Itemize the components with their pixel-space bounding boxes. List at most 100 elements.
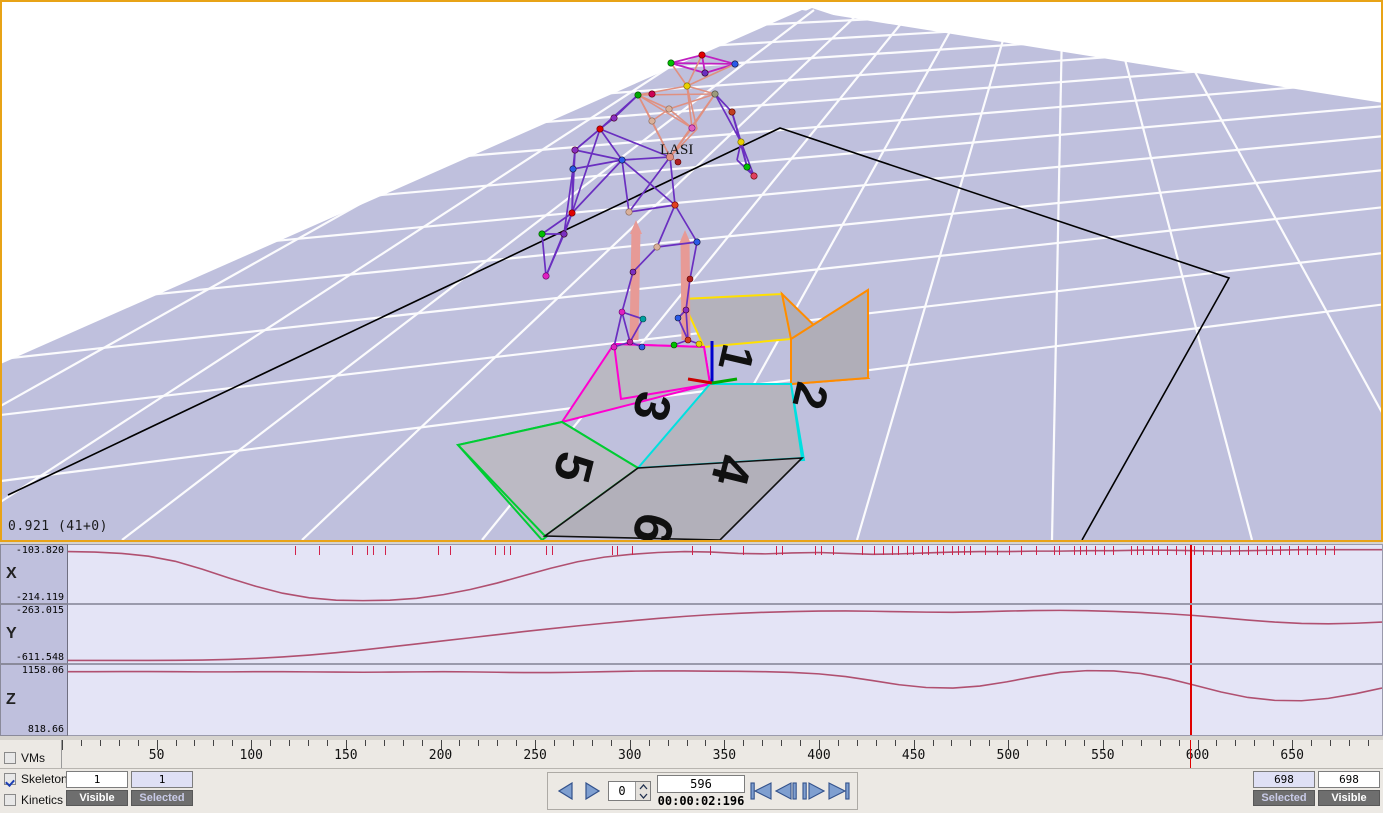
gap-marker-tick bbox=[996, 546, 998, 555]
gap-marker-tick bbox=[1035, 546, 1037, 555]
gap-marker-tick bbox=[1104, 546, 1106, 555]
ruler-minor-tick bbox=[951, 740, 953, 746]
ruler-minor-tick bbox=[308, 740, 310, 746]
gap-marker-tick bbox=[1131, 546, 1133, 555]
gap-marker-tick bbox=[1020, 546, 1022, 555]
play-reverse-button[interactable] bbox=[775, 778, 797, 804]
gap-marker-tick bbox=[384, 546, 386, 555]
ruler-minor-tick bbox=[1178, 740, 1180, 746]
triangle-left-icon bbox=[558, 782, 573, 800]
toggle-skeleton[interactable]: Skeleton bbox=[2, 768, 68, 789]
step-forward-button[interactable] bbox=[582, 778, 602, 804]
plot-area-x[interactable] bbox=[68, 544, 1383, 604]
gap-marker-tick bbox=[318, 546, 320, 555]
viewport-status-overlay: 0.921 (41+0) bbox=[8, 519, 108, 534]
ruler-playhead[interactable] bbox=[1189, 740, 1191, 768]
ruler-minor-tick bbox=[800, 740, 802, 746]
step-size-value[interactable]: 0 bbox=[609, 784, 635, 798]
ruler-label: 50 bbox=[148, 748, 165, 763]
end-selected-button[interactable]: Selected bbox=[1253, 790, 1315, 806]
plot-area-y[interactable] bbox=[68, 604, 1383, 664]
ruler-minor-tick bbox=[970, 740, 972, 746]
playhead-line[interactable] bbox=[1189, 665, 1192, 735]
gap-marker-tick bbox=[1325, 546, 1327, 555]
three-d-viewport[interactable]: 1 2 3 4 5 6 LASI 0.921 (41+0) bbox=[0, 0, 1383, 542]
ruler-minor-tick bbox=[99, 740, 101, 746]
step-size-spinner[interactable]: 0 bbox=[608, 781, 651, 801]
gap-marker-tick bbox=[1080, 546, 1082, 555]
ruler-minor-tick bbox=[762, 740, 764, 746]
gap-marker-tick bbox=[1175, 546, 1177, 555]
end-visible-button[interactable]: Visible bbox=[1318, 790, 1380, 806]
gap-marker-tick bbox=[1074, 546, 1076, 555]
playhead-line[interactable] bbox=[1189, 605, 1192, 663]
ruler-minor-tick bbox=[137, 740, 139, 746]
gap-marker-tick bbox=[366, 546, 368, 555]
axis-max-z: 1158.06 bbox=[21, 665, 64, 676]
gap-marker-tick bbox=[504, 546, 505, 555]
start-visible-input[interactable]: 1 bbox=[66, 771, 128, 788]
marker-name-label: LASI bbox=[660, 142, 694, 158]
toggle-kinetics[interactable]: Kinetics bbox=[2, 789, 64, 810]
gap-marker-tick bbox=[1229, 546, 1231, 555]
gap-marker-tick bbox=[862, 546, 864, 555]
current-frame-input[interactable]: 596 bbox=[657, 774, 745, 793]
gap-marker-tick bbox=[1137, 546, 1139, 555]
start-visible-button[interactable]: Visible bbox=[66, 790, 128, 806]
ruler-minor-tick bbox=[1254, 740, 1256, 746]
toggle-vms[interactable]: VMs bbox=[2, 747, 64, 768]
gap-marker-tick bbox=[1247, 546, 1249, 555]
gap-marker-tick bbox=[611, 546, 613, 555]
gap-marker-tick bbox=[1271, 546, 1273, 555]
triangle-right-icon bbox=[585, 782, 600, 800]
jump-to-start-button[interactable] bbox=[750, 778, 772, 804]
gap-marker-tick bbox=[450, 546, 452, 555]
toggle-vms-label: VMs bbox=[21, 750, 45, 765]
axis-min-y: -611.548 bbox=[15, 652, 64, 663]
ruler-minor-tick bbox=[478, 740, 480, 746]
gap-marker-tick bbox=[1059, 546, 1061, 555]
checkbox-skeleton-icon[interactable] bbox=[4, 772, 16, 785]
gap-marker-tick bbox=[509, 546, 511, 555]
start-selected-input[interactable]: 1 bbox=[131, 771, 193, 788]
gap-marker-tick bbox=[742, 546, 744, 555]
ruler-minor-tick bbox=[781, 740, 783, 746]
step-back-button[interactable] bbox=[556, 778, 576, 804]
plot-area-z[interactable] bbox=[68, 664, 1383, 736]
chevron-down-icon[interactable] bbox=[639, 793, 648, 799]
play-forward-button[interactable] bbox=[802, 778, 825, 804]
ruler-minor-tick bbox=[80, 740, 82, 746]
trace-z bbox=[68, 665, 1382, 735]
ruler-minor-tick bbox=[213, 740, 215, 746]
ruler-minor-tick bbox=[1216, 740, 1218, 746]
gap-marker-tick bbox=[545, 546, 547, 555]
playhead-line[interactable] bbox=[1189, 545, 1192, 603]
gap-marker-tick bbox=[1298, 546, 1300, 555]
timeline-ruler[interactable]: 50 100 150 200 250 300 350 400 450 500 550 600 650 bbox=[62, 740, 1383, 768]
axis-letter-x: X bbox=[6, 565, 17, 582]
capture-volume-floor: 1 2 3 4 5 6 bbox=[2, 2, 1381, 540]
end-selected-input[interactable]: 698 bbox=[1253, 771, 1315, 788]
ruler-minor-tick bbox=[989, 740, 991, 746]
trace-y bbox=[68, 605, 1382, 663]
gap-marker-tick bbox=[883, 546, 885, 555]
jump-to-end-button[interactable] bbox=[828, 778, 850, 804]
gap-marker-tick bbox=[351, 546, 353, 555]
ruler-minor-tick bbox=[1348, 740, 1350, 746]
ruler-minor-tick bbox=[686, 740, 688, 746]
toggle-kinetics-label: Kinetics bbox=[21, 792, 64, 807]
checkbox-vms-icon[interactable] bbox=[4, 751, 16, 764]
ruler-minor-tick bbox=[289, 740, 291, 746]
gap-marker-tick bbox=[1113, 546, 1115, 555]
end-visible-input[interactable]: 698 bbox=[1318, 771, 1380, 788]
timeline-ruler-row[interactable]: 50 100 150 200 250 300 350 400 450 500 550 600 650 bbox=[0, 740, 1383, 768]
chevron-up-icon[interactable] bbox=[639, 783, 648, 790]
ruler-minor-tick bbox=[591, 740, 593, 746]
spinner-arrows[interactable] bbox=[635, 782, 650, 800]
start-selected-button[interactable]: Selected bbox=[131, 790, 193, 806]
checkbox-kinetics-icon[interactable] bbox=[4, 793, 16, 806]
ruler-minor-tick bbox=[270, 740, 272, 746]
gap-marker-tick bbox=[775, 546, 777, 555]
ruler-minor-tick bbox=[648, 740, 650, 746]
gap-marker-tick bbox=[943, 546, 944, 555]
